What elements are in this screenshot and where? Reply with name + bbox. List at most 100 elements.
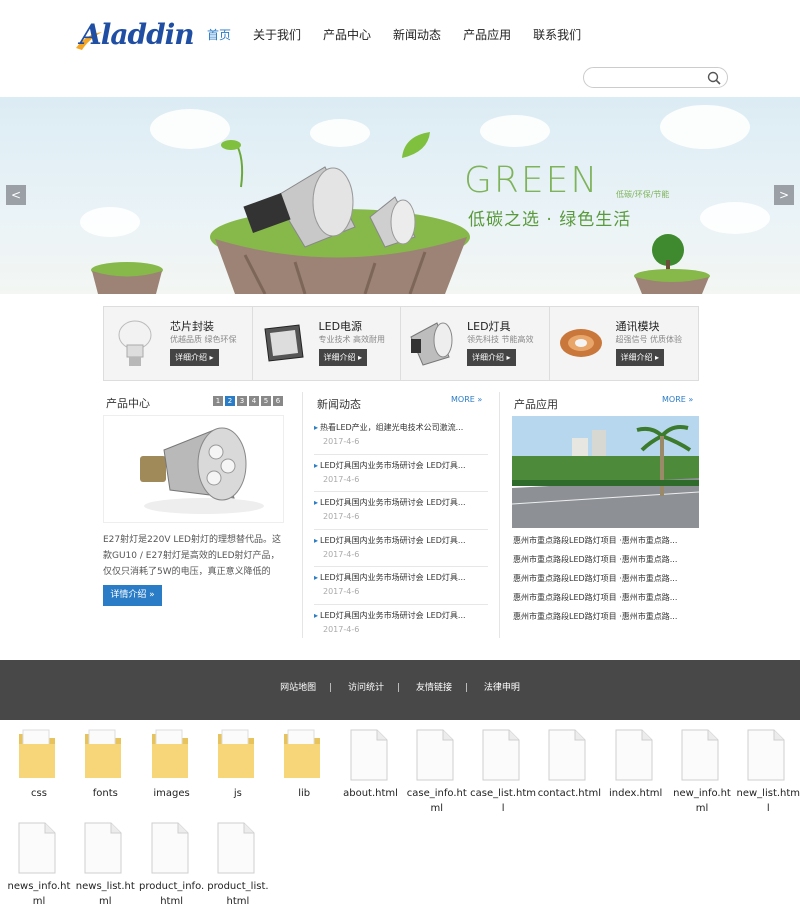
file-item[interactable]: news_list.html [72, 821, 138, 909]
news-date: 2017-4-6 [323, 512, 360, 522]
file-name-label: news_info.html [7, 881, 71, 907]
search-input[interactable] [592, 70, 702, 85]
news-title: LED灯具国内业务市场研讨会 LED灯具... [314, 572, 486, 583]
file-name-label: new_list.html [736, 788, 800, 814]
product-card-lamp[interactable]: LED灯具 领先科技 节能高效 详细介绍 ▸ [401, 307, 550, 380]
pager-page[interactable]: 3 [237, 396, 247, 406]
file-item[interactable]: product_info.html [139, 821, 205, 909]
nav-news[interactable]: 新闻动态 [393, 26, 441, 46]
file-name-label: fonts [92, 788, 118, 799]
file-explorer: css fonts images js lib about.html case_info.h… [0, 720, 800, 919]
e27-spotlight-image [140, 427, 264, 514]
footer-link-friends[interactable]: 友情链接 [416, 683, 452, 693]
news-title: LED灯具国内业务市场研讨会 LED灯具... [314, 497, 486, 508]
file-name-label: index.html [609, 788, 663, 799]
html-file-icon [547, 728, 591, 782]
application-item[interactable]: 惠州市重点路段LED路灯项目 ·惠州市重点路... [513, 572, 699, 591]
product-card-chip[interactable]: 芯片封装 优越品质 绿色环保 详细介绍 ▸ [104, 307, 253, 380]
product-card-detail-button[interactable]: 详细介绍 ▸ [467, 349, 516, 366]
application-item[interactable]: 惠州市重点路段LED路灯项目 ·惠州市重点路... [513, 534, 699, 553]
folder-item[interactable]: lib [271, 728, 337, 801]
file-item[interactable]: product_list.html [205, 821, 271, 909]
product-card-module[interactable]: 通讯模块 超强信号 优质体验 详细介绍 ▸ [549, 307, 698, 380]
product-center-heading: 产品中心 [106, 397, 150, 410]
file-item[interactable]: case_info.html [404, 728, 470, 816]
file-item[interactable]: case_list.html [470, 728, 536, 816]
nav-applications[interactable]: 产品应用 [463, 26, 511, 46]
folder-item[interactable]: js [205, 728, 271, 801]
footer-separator: | [397, 683, 401, 693]
banner-next-button[interactable]: > [774, 185, 794, 205]
small-island-right [634, 234, 710, 294]
file-item[interactable]: news_info.html [6, 821, 72, 909]
news-title: LED灯具国内业务市场研讨会 LED灯具... [314, 460, 486, 471]
html-file-icon [614, 728, 658, 782]
news-item[interactable]: LED灯具国内业务市场研讨会 LED灯具... 2017-4-6 [314, 605, 488, 643]
folder-item[interactable]: images [139, 728, 205, 801]
product-detail-button[interactable]: 详情介绍 » [103, 585, 162, 606]
file-name-label: about.html [343, 788, 398, 799]
product-card-detail-button[interactable]: 详细介绍 ▸ [318, 349, 368, 366]
footer-link-stats[interactable]: 访问统计 [348, 683, 384, 693]
hero-banner: GREEN 低碳/环保/节能 低碳之选 · 绿色生活 < > [0, 97, 800, 294]
nav-home[interactable]: 首页 [207, 26, 231, 46]
product-card-power[interactable]: LED电源 专业技术 高效耐用 详细介绍 ▸ [252, 307, 401, 380]
cloud-decoration [660, 105, 750, 149]
file-item[interactable]: about.html [338, 728, 404, 801]
product-card-subtitle: 领先科技 节能高效 [467, 335, 534, 344]
applications-heading: 产品应用 [514, 398, 558, 411]
product-card-detail-button[interactable]: 详细介绍 ▸ [615, 349, 665, 366]
product-card-detail-button[interactable]: 详细介绍 ▸ [170, 349, 219, 366]
news-heading: 新闻动态 [317, 398, 361, 411]
folder-item[interactable]: fonts [72, 728, 138, 801]
news-more-link[interactable]: MORE » [451, 395, 482, 404]
nav-about[interactable]: 关于我们 [253, 26, 301, 46]
column-divider [499, 392, 500, 638]
applications-more-link[interactable]: MORE » [662, 395, 693, 404]
footer-link-sitemap[interactable]: 网站地图 [280, 683, 316, 693]
footer-separator: | [329, 683, 333, 693]
application-item[interactable]: 惠州市重点路段LED路灯项目 ·惠州市重点路... [513, 553, 699, 572]
html-file-icon [216, 821, 260, 875]
file-item[interactable]: new_info.html [669, 728, 735, 816]
news-title: LED灯具国内业务市场研讨会 LED灯具... [314, 610, 486, 621]
search-icon[interactable] [707, 71, 721, 85]
html-file-icon [746, 728, 790, 782]
news-item[interactable]: LED灯具国内业务市场研讨会 LED灯具... 2017-4-6 [314, 455, 488, 493]
footer-link-legal[interactable]: 法律申明 [484, 683, 520, 693]
html-file-icon [481, 728, 525, 782]
file-name-label: news_list.html [75, 881, 135, 907]
featured-product-image[interactable] [103, 415, 284, 523]
news-item[interactable]: 热看LED产业，组建光电技术公司激流... 2017-4-6 [314, 417, 488, 455]
html-file-icon [83, 821, 127, 875]
application-image[interactable] [512, 416, 699, 528]
news-list: 热看LED产业，组建光电技术公司激流... 2017-4-6 LED灯具国内业务市… [314, 417, 488, 643]
file-item[interactable]: index.html [603, 728, 669, 801]
news-item[interactable]: LED灯具国内业务市场研讨会 LED灯具... 2017-4-6 [314, 530, 488, 568]
product-card-subtitle: 超强信号 优质体验 [615, 335, 683, 344]
pager-page-active[interactable]: 2 [225, 396, 235, 406]
news-item[interactable]: LED灯具国内业务市场研讨会 LED灯具... 2017-4-6 [314, 567, 488, 605]
application-item[interactable]: 惠州市重点路段LED路灯项目 ·惠州市重点路... [513, 610, 699, 629]
file-item[interactable]: contact.html [536, 728, 602, 801]
news-item[interactable]: LED灯具国内业务市场研讨会 LED灯具... 2017-4-6 [314, 492, 488, 530]
file-item[interactable]: new_list.html [735, 728, 800, 816]
banner-prev-button[interactable]: < [6, 185, 26, 205]
pager-page[interactable]: 5 [261, 396, 271, 406]
file-name-label: product_list.html [207, 881, 269, 907]
pager-page[interactable]: 6 [273, 396, 283, 406]
folder-icon [282, 728, 326, 782]
pager-page[interactable]: 1 [213, 396, 223, 406]
application-item[interactable]: 惠州市重点路段LED路灯项目 ·惠州市重点路... [513, 591, 699, 610]
nav-contact[interactable]: 联系我们 [533, 26, 581, 46]
site-logo[interactable]: Aladdin [74, 16, 195, 52]
product-card-title: LED灯具 [467, 320, 511, 333]
nav-products[interactable]: 产品中心 [323, 26, 371, 46]
product-pager: 1 2 3 4 5 6 [213, 396, 285, 406]
product-card-title: LED电源 [318, 320, 363, 333]
folder-item[interactable]: css [6, 728, 72, 801]
file-name-label: case_list.html [470, 788, 537, 814]
pager-page[interactable]: 4 [249, 396, 259, 406]
file-name-label: js [233, 788, 242, 799]
html-file-icon [680, 728, 724, 782]
